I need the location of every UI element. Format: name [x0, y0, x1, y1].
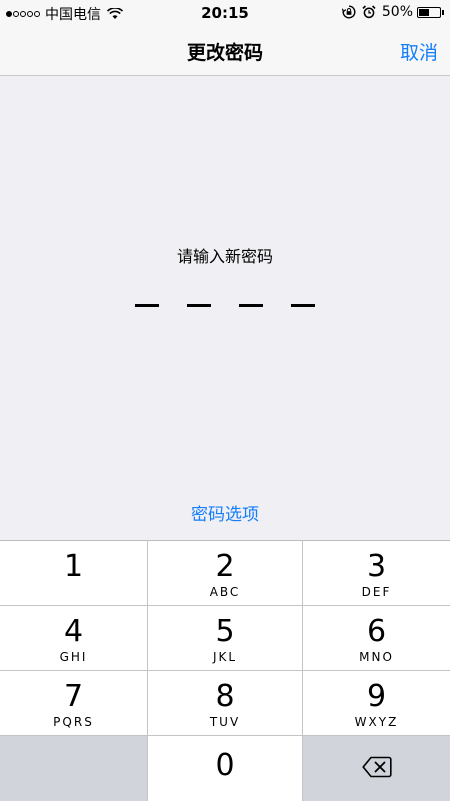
key-1[interactable]: 1	[0, 541, 148, 606]
key-6[interactable]: 6 MNO	[303, 606, 450, 671]
key-8[interactable]: 8 TUV	[148, 671, 303, 736]
key-letters: ABC	[209, 585, 241, 599]
key-letters: TUV	[209, 715, 241, 729]
passcode-slot	[135, 304, 159, 307]
key-digit: 7	[63, 679, 84, 714]
rotation-lock-icon	[341, 5, 356, 19]
key-letters: GHI	[59, 650, 88, 664]
key-digit: 4	[63, 614, 84, 649]
passcode-options-link[interactable]: 密码选项	[0, 500, 450, 525]
status-bar: 中国电信 20:15 50%	[0, 0, 450, 26]
passcode-slot	[239, 304, 263, 307]
key-digit: 1	[63, 549, 84, 584]
delete-button[interactable]	[303, 736, 450, 801]
key-letters: PQRS	[53, 715, 94, 729]
passcode-slot	[187, 304, 211, 307]
navigation-bar: 更改密码 取消	[0, 26, 450, 76]
numeric-keypad: 1 2 ABC 3 DEF 4 GHI 5 JKL 6 MNO 7 PQRS 8…	[0, 540, 450, 801]
backspace-icon	[361, 756, 392, 782]
alarm-clock-icon	[362, 5, 376, 19]
key-0[interactable]: 0	[148, 736, 303, 801]
key-digit: 5	[215, 614, 235, 649]
key-4[interactable]: 4 GHI	[0, 606, 148, 671]
key-letters: DEF	[361, 585, 392, 599]
key-letters: WXYZ	[354, 715, 399, 729]
key-letters: MNO	[359, 650, 394, 664]
status-right: 50%	[341, 4, 444, 20]
key-digit: 0	[215, 748, 235, 783]
key-digit: 8	[215, 679, 235, 714]
page-title: 更改密码	[186, 42, 263, 64]
key-letters: JKL	[212, 650, 238, 664]
battery-percentage: 50%	[381, 4, 413, 20]
key-5[interactable]: 5 JKL	[148, 606, 303, 671]
passcode-field[interactable]	[135, 300, 315, 310]
passcode-prompt: 请输入新密码	[176, 247, 273, 266]
key-2[interactable]: 2 ABC	[148, 541, 303, 606]
cancel-button[interactable]: 取消	[400, 38, 438, 65]
key-digit: 6	[366, 614, 387, 649]
key-digit: 9	[366, 679, 387, 714]
key-9[interactable]: 9 WXYZ	[303, 671, 450, 736]
battery-icon	[417, 6, 441, 18]
key-digit: 3	[366, 549, 387, 584]
key-digit: 2	[215, 549, 235, 584]
passcode-slot	[291, 304, 315, 307]
key-7[interactable]: 7 PQRS	[0, 671, 148, 736]
key-3[interactable]: 3 DEF	[303, 541, 450, 606]
empty-key	[0, 736, 148, 801]
